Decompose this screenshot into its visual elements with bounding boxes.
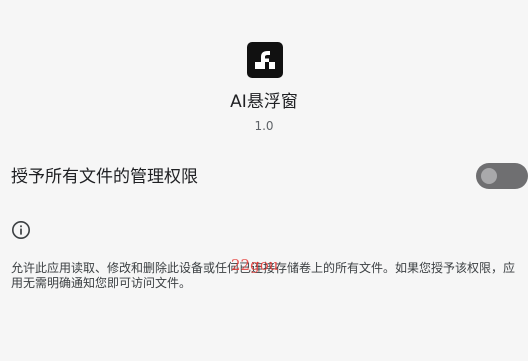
app-logo-icon xyxy=(247,42,283,78)
app-version: 1.0 xyxy=(254,119,274,133)
app-name: AI悬浮窗 xyxy=(230,92,298,112)
permission-toggle[interactable] xyxy=(476,163,528,189)
info-icon xyxy=(11,220,31,240)
watermark-text: 22gou xyxy=(231,256,279,274)
toggle-thumb xyxy=(481,168,497,184)
permission-label: 授予所有文件的管理权限 xyxy=(11,167,198,187)
all-files-permission-row[interactable]: 授予所有文件的管理权限 xyxy=(0,160,528,194)
